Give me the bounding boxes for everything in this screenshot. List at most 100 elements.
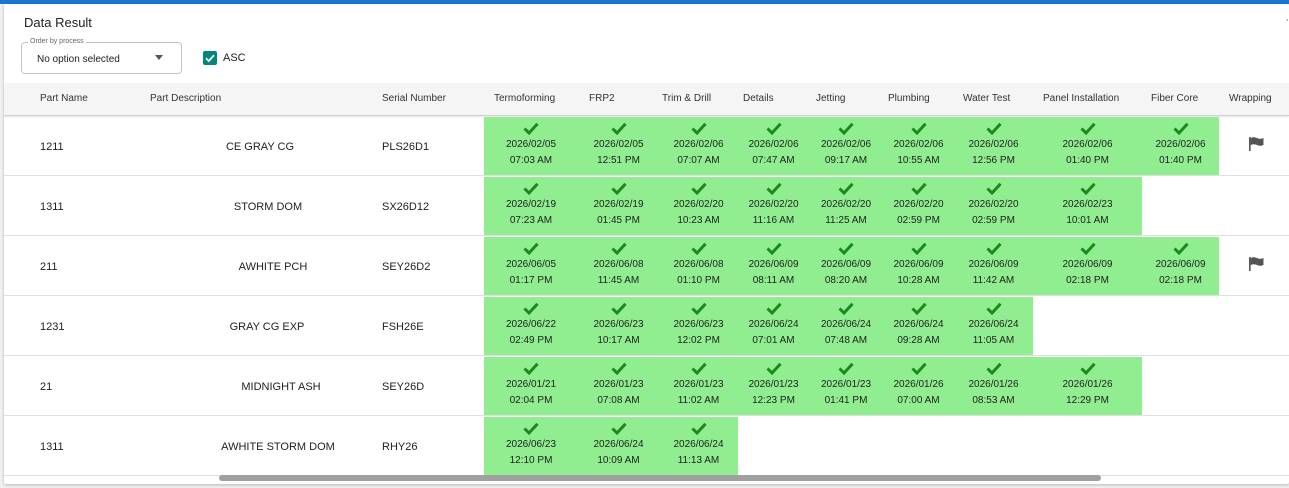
table-row[interactable]: 21 MIDNIGHT ASH SEY26D 2026/01/21 02:04 PM 20… bbox=[4, 356, 1289, 416]
process-stamp-cell[interactable]: 2026/01/23 01:41 PM bbox=[809, 357, 883, 415]
table-row[interactable]: 1231 GRAY CG EXP FSH26E 2026/06/22 02:49 PM 2… bbox=[4, 296, 1289, 356]
column-header-trim-drill[interactable]: Trim & Drill bbox=[662, 93, 711, 104]
process-stamp-cell[interactable]: 2026/06/24 11:05 AM bbox=[954, 297, 1033, 355]
process-stamp-cell[interactable]: 2026/02/19 07:23 AM bbox=[484, 177, 578, 235]
check-icon bbox=[910, 182, 927, 195]
process-stamp-cell[interactable]: 2026/06/09 08:11 AM bbox=[738, 237, 809, 295]
process-stamp-cell[interactable]: 2026/02/06 09:17 AM bbox=[809, 117, 883, 175]
check-icon bbox=[690, 362, 707, 375]
check-icon bbox=[1079, 242, 1096, 255]
stamp-time: 01:45 PM bbox=[597, 215, 640, 226]
process-stamp-cell[interactable]: 2026/02/19 01:45 PM bbox=[578, 177, 659, 235]
process-stamp-cell[interactable]: 2026/02/20 11:16 AM bbox=[738, 177, 809, 235]
process-stamp-cell[interactable]: 2026/01/23 11:02 AM bbox=[659, 357, 738, 415]
column-header-water-test[interactable]: Water Test bbox=[963, 93, 1010, 104]
stamp-time: 08:53 AM bbox=[972, 395, 1015, 406]
check-icon bbox=[1079, 182, 1096, 195]
stamp-time: 07:00 AM bbox=[897, 395, 940, 406]
stamp-time: 11:02 AM bbox=[677, 395, 720, 406]
process-stamp-cell[interactable]: 2026/02/05 07:03 AM bbox=[484, 117, 578, 175]
stamp-time: 12:23 PM bbox=[752, 395, 795, 406]
stamp-date: 2026/02/20 bbox=[748, 199, 799, 210]
process-stamp-cell[interactable]: 2026/01/26 07:00 AM bbox=[883, 357, 954, 415]
panel-menu-icon[interactable]: · bbox=[1285, 14, 1289, 26]
column-header-frp2[interactable]: FRP2 bbox=[589, 93, 615, 104]
process-stamp-cell[interactable]: 2026/06/23 10:17 AM bbox=[578, 297, 659, 355]
process-stamp-cell[interactable]: 2026/06/23 12:02 PM bbox=[659, 297, 738, 355]
order-by-process-select[interactable]: Order by process No option selected bbox=[21, 37, 182, 74]
process-stamp-cell[interactable]: 2026/06/23 12:10 PM bbox=[484, 417, 578, 475]
process-stamp-cell[interactable]: 2026/02/06 01:40 PM bbox=[1142, 117, 1219, 175]
stamp-date: 2026/06/09 bbox=[1062, 259, 1113, 270]
process-stamp-cell[interactable]: 2026/02/20 02:59 PM bbox=[954, 177, 1033, 235]
process-stamp-cell[interactable]: 2026/06/24 11:13 AM bbox=[659, 417, 738, 475]
stamp-time: 07:48 AM bbox=[824, 335, 868, 346]
column-header-panel-installation[interactable]: Panel Installation bbox=[1043, 93, 1119, 104]
asc-checkbox[interactable] bbox=[203, 51, 217, 65]
column-header-part-description[interactable]: Part Description bbox=[150, 93, 221, 104]
process-stamp-cell[interactable]: 2026/01/23 07:08 AM bbox=[578, 357, 659, 415]
process-stamp-cell[interactable]: 2026/06/24 09:28 AM bbox=[883, 297, 954, 355]
column-header-part-name[interactable]: Part Name bbox=[40, 93, 88, 104]
table-row[interactable]: 211 AWHITE PCH SEY26D2 2026/06/05 01:17 PM 20… bbox=[4, 236, 1289, 296]
process-stamp-cell[interactable]: 2026/02/06 10:55 AM bbox=[883, 117, 954, 175]
check-icon bbox=[910, 302, 927, 315]
stamp-date: 2026/02/06 bbox=[968, 139, 1019, 150]
process-stamp-cell[interactable]: 2026/06/09 10:28 AM bbox=[883, 237, 954, 295]
column-header-details[interactable]: Details bbox=[743, 93, 774, 104]
check-icon bbox=[610, 302, 627, 315]
process-stamp-cell[interactable]: 2026/02/23 10:01 AM bbox=[1033, 177, 1142, 235]
process-stamp-cell[interactable]: 2026/06/22 02:49 PM bbox=[484, 297, 578, 355]
process-stamp-cell[interactable]: 2026/02/05 12:51 PM bbox=[578, 117, 659, 175]
stamp-time: 02:04 PM bbox=[509, 395, 553, 406]
process-stamp-cell[interactable]: 2026/06/24 10:09 AM bbox=[578, 417, 659, 475]
table-row[interactable]: 1311 STORM DOM SX26D12 2026/02/19 07:23 AM 20… bbox=[4, 176, 1289, 236]
process-stamp-cell[interactable]: 2026/06/09 11:42 AM bbox=[954, 237, 1033, 295]
serial-number-cell: SEY26D bbox=[382, 381, 425, 393]
process-stamp-cell[interactable]: 2026/01/26 12:29 PM bbox=[1033, 357, 1142, 415]
column-header-termoforming[interactable]: Termoforming bbox=[494, 93, 555, 104]
check-icon bbox=[985, 182, 1002, 195]
process-stamp-cell[interactable]: 2026/06/08 11:45 AM bbox=[578, 237, 659, 295]
column-header-fiber-core[interactable]: Fiber Core bbox=[1151, 93, 1198, 104]
process-stamp-cell[interactable]: 2026/02/20 02:59 PM bbox=[883, 177, 954, 235]
process-stamp-cell[interactable]: 2026/06/09 02:18 PM bbox=[1142, 237, 1219, 295]
stamp-time: 02:59 PM bbox=[972, 215, 1015, 226]
process-stamp-cell[interactable]: 2026/06/09 02:18 PM bbox=[1033, 237, 1142, 295]
stamp-date: 2026/06/09 bbox=[1155, 259, 1206, 270]
process-stamp-cell[interactable]: 2026/06/09 08:20 AM bbox=[809, 237, 883, 295]
check-icon bbox=[985, 302, 1002, 315]
part-description-cell: AWHITE PCH bbox=[238, 261, 308, 273]
flag-icon[interactable] bbox=[1247, 136, 1265, 157]
process-stamp-cell[interactable]: 2026/02/06 12:56 PM bbox=[954, 117, 1033, 175]
stamp-time: 07:08 AM bbox=[597, 395, 640, 406]
process-stamp-cell[interactable]: 2026/02/06 07:07 AM bbox=[659, 117, 738, 175]
column-header-wrapping[interactable]: Wrapping bbox=[1229, 93, 1272, 104]
process-stamp-cell[interactable]: 2026/06/24 07:48 AM bbox=[809, 297, 883, 355]
flag-icon[interactable] bbox=[1247, 256, 1265, 277]
process-stamp-cell[interactable]: 2026/02/06 07:47 AM bbox=[738, 117, 809, 175]
stamp-date: 2026/02/06 bbox=[820, 139, 872, 150]
stamp-time: 08:20 AM bbox=[824, 275, 868, 286]
column-header-jetting[interactable]: Jetting bbox=[816, 93, 845, 104]
stamp-time: 07:07 AM bbox=[677, 155, 720, 166]
check-icon bbox=[765, 242, 782, 255]
process-stamp-cell[interactable]: 2026/06/24 07:01 AM bbox=[738, 297, 809, 355]
horizontal-scrollbar[interactable] bbox=[219, 475, 1101, 481]
serial-number-cell: SX26D12 bbox=[382, 201, 430, 213]
table-row[interactable]: 1311 AWHITE STORM DOM RHY26 2026/06/23 12:10… bbox=[4, 416, 1289, 476]
column-header-plumbing[interactable]: Plumbing bbox=[888, 93, 930, 104]
process-stamp-cell[interactable]: 2026/01/21 02:04 PM bbox=[484, 357, 578, 415]
stamp-date: 2026/02/20 bbox=[820, 199, 872, 210]
process-stamp-cell[interactable]: 2026/06/08 01:10 PM bbox=[659, 237, 738, 295]
process-stamp-cell[interactable]: 2026/02/06 01:40 PM bbox=[1033, 117, 1142, 175]
column-header-serial-number[interactable]: Serial Number bbox=[382, 93, 446, 104]
process-stamp-cell[interactable]: 2026/01/26 08:53 AM bbox=[954, 357, 1033, 415]
process-stamp-cell[interactable]: 2026/06/05 01:17 PM bbox=[484, 237, 578, 295]
stamp-time: 10:09 AM bbox=[597, 455, 640, 466]
table-row[interactable]: 1211 CE GRAY CG PLS26D1 2026/02/05 07:03 AM 2… bbox=[4, 116, 1289, 176]
stamp-date: 2026/02/20 bbox=[673, 199, 724, 210]
process-stamp-cell[interactable]: 2026/01/23 12:23 PM bbox=[738, 357, 809, 415]
process-stamp-cell[interactable]: 2026/02/20 11:25 AM bbox=[809, 177, 883, 235]
process-stamp-cell[interactable]: 2026/02/20 10:23 AM bbox=[659, 177, 738, 235]
